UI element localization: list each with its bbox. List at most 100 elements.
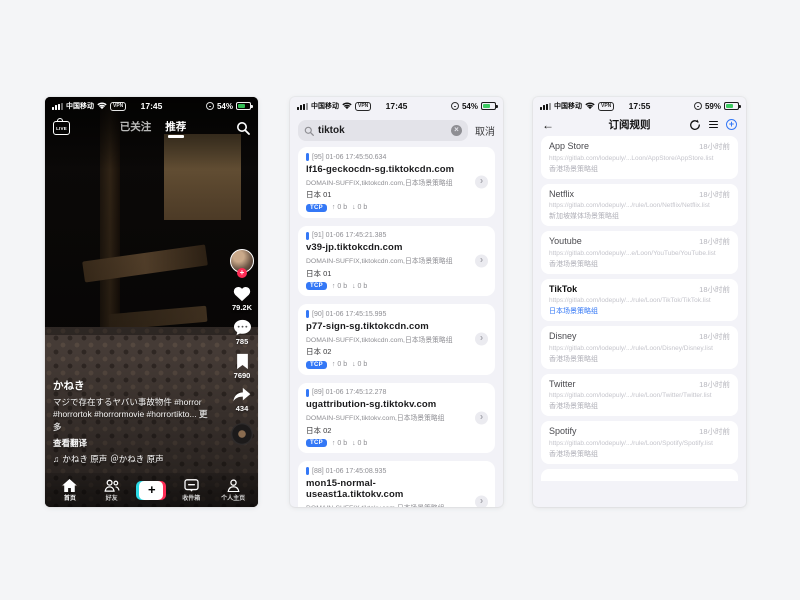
plus-icon: +	[139, 481, 163, 500]
upload-bytes: ↑ 0 b	[332, 283, 347, 290]
music-title: かねき 原声	[62, 453, 107, 465]
heart-icon	[232, 284, 252, 302]
request-policy: 日本 01	[306, 189, 473, 200]
search-input[interactable]	[318, 125, 447, 136]
refresh-button[interactable]	[689, 119, 701, 131]
vpn-badge: VPN	[355, 102, 371, 111]
rotation-lock-icon	[694, 102, 702, 110]
rule-url: https://gitlab.com/lodepuly/.../rule/Loo…	[549, 345, 730, 352]
download-bytes: ↓ 0 b	[352, 440, 367, 447]
bookmark-button[interactable]: 7690	[234, 353, 251, 380]
chevron-right-icon[interactable]: ›	[475, 254, 488, 267]
rule-policy-group: 香港场景策略组	[549, 164, 730, 174]
request-host: ugattribution-sg.tiktokv.com	[306, 399, 473, 410]
rule-policy-group: 香港场景策略组	[549, 259, 730, 269]
rotation-lock-icon	[451, 102, 459, 110]
back-button[interactable]: ←	[542, 118, 554, 132]
rule-card-disney[interactable]: Disney18小时前 https://gitlab.com/lodepuly/…	[541, 326, 738, 369]
creator-username[interactable]: かねき	[53, 378, 214, 393]
home-icon	[62, 479, 77, 492]
nav-friends[interactable]: 好友	[95, 479, 129, 502]
share-button[interactable]: 434	[232, 387, 252, 413]
request-card[interactable]: [90] 01-06 17:45:15.995 p77-sign-sg.tikt…	[298, 304, 495, 375]
request-rule: DOMAIN-SUFFIX,tiktokv.com,日本场景策略组	[306, 412, 473, 422]
request-host: lf16-geckocdn-sg.tiktokcdn.com	[306, 164, 473, 175]
vpn-badge: VPN	[110, 102, 126, 111]
signal-icon	[297, 103, 308, 110]
rule-updated: 18小时前	[699, 236, 730, 247]
chevron-right-icon[interactable]: ›	[475, 333, 488, 346]
rule-url: https://gitlab.com/lodepuly/.../rule/Loo…	[549, 297, 730, 304]
request-seq-time: [91] 01-06 17:45:21.385	[312, 232, 386, 239]
rule-url: https://gitlab.com/lodepuly/...Loon/AppS…	[549, 155, 730, 162]
rule-name: App Store	[549, 141, 589, 151]
rule-card-spotify[interactable]: Spotify18小时前 https://gitlab.com/lodepuly…	[541, 421, 738, 464]
rule-updated: 18小时前	[699, 426, 730, 437]
chevron-right-icon[interactable]: ›	[475, 176, 488, 189]
protocol-badge: TCP	[306, 439, 327, 447]
request-rule: DOMAIN-SUFFIX,tiktokv.com,日本场景策略组	[306, 502, 473, 508]
request-card[interactable]: [88] 01-06 17:45:08.935 mon15-normal-use…	[298, 461, 495, 507]
tiktok-bottom-nav: 首页 好友 + 收件箱 个人主页	[45, 473, 258, 507]
rotation-lock-icon	[206, 102, 214, 110]
requests-screenshot: 中国移动 VPN 17:45 54% × 取消 [95] 01-06 17:45…	[290, 97, 503, 507]
battery-percent: 54%	[217, 102, 233, 111]
request-card[interactable]: [91] 01-06 17:45:21.385 v39-jp.tiktokcdn…	[298, 226, 495, 297]
clear-search-icon[interactable]: ×	[451, 125, 462, 136]
follow-plus-button[interactable]: +	[237, 268, 247, 278]
wifi-icon	[97, 102, 107, 110]
rule-policy-group: 香港场景策略组	[549, 401, 730, 411]
like-button[interactable]: 79.2K	[232, 284, 252, 312]
request-card[interactable]: [95] 01-06 17:45:50.634 lf16-geckocdn-sg…	[298, 147, 495, 218]
rule-policy-group: 日本场景策略组	[549, 306, 730, 316]
chevron-right-icon[interactable]: ›	[475, 495, 488, 507]
nav-profile[interactable]: 个人主页	[216, 479, 250, 502]
rule-card-appstore[interactable]: App Store 18小时前 https://gitlab.com/lodepu…	[541, 136, 738, 179]
rule-card-youtube[interactable]: Youtube18小时前 https://gitlab.com/lodepuly…	[541, 231, 738, 274]
rule-card-partial	[541, 469, 738, 481]
carrier-label: 中国移动	[311, 101, 339, 111]
request-policy: 日本 02	[306, 425, 473, 436]
rule-card-netflix[interactable]: Netflix18小时前 https://gitlab.com/lodepuly…	[541, 184, 738, 227]
music-disc-icon[interactable]	[231, 423, 253, 445]
signal-icon	[52, 103, 63, 110]
request-list: [95] 01-06 17:45:50.634 lf16-geckocdn-sg…	[290, 147, 503, 507]
create-button[interactable]: +	[136, 481, 166, 500]
tab-for-you[interactable]: 推荐	[165, 119, 186, 138]
search-icon[interactable]	[236, 121, 250, 135]
chevron-right-icon[interactable]: ›	[475, 411, 488, 424]
tab-following[interactable]: 已关注	[120, 119, 152, 138]
request-rule: DOMAIN-SUFFIX,tiktokcdn.com,日本场景策略组	[306, 255, 473, 265]
search-field[interactable]: ×	[298, 120, 468, 141]
nav-inbox[interactable]: 收件箱	[174, 479, 208, 502]
video-meta: かねき マジで存在するヤバい事故物件 #horror #horrortok #h…	[53, 378, 214, 465]
cancel-button[interactable]: 取消	[475, 123, 495, 138]
request-host: p77-sign-sg.tiktokcdn.com	[306, 321, 473, 332]
rule-card-tiktok[interactable]: TikTok18小时前 https://gitlab.com/lodepuly/…	[541, 279, 738, 322]
rule-policy-group: 香港场景策略组	[549, 449, 730, 459]
live-button[interactable]: LIVE	[53, 121, 70, 135]
carrier-label: 中国移动	[66, 101, 94, 111]
comment-button[interactable]: 785	[233, 319, 252, 346]
comment-count: 785	[236, 337, 249, 346]
rule-card-twitter[interactable]: Twitter18小时前 https://gitlab.com/lodepuly…	[541, 374, 738, 417]
vpn-badge: VPN	[598, 102, 614, 111]
request-rule: DOMAIN-SUFFIX,tiktokcdn.com,日本场景策略组	[306, 334, 473, 344]
rule-updated: 18小时前	[699, 141, 730, 152]
add-rule-button[interactable]: +	[726, 119, 737, 130]
rule-name: Disney	[549, 331, 577, 341]
battery-icon	[236, 102, 251, 110]
battery-percent: 54%	[462, 102, 478, 111]
status-bar: 中国移动 VPN 17:45 54%	[290, 97, 503, 115]
music-row[interactable]: ♫ かねき 原声 ＠かねき 原声	[53, 453, 214, 465]
rule-url: https://gitlab.com/lodepuly/.../rule/Loo…	[549, 392, 730, 399]
nav-home[interactable]: 首页	[53, 479, 87, 502]
protocol-badge: TCP	[306, 282, 327, 290]
creator-avatar[interactable]: +	[230, 249, 254, 273]
rule-updated: 18小时前	[699, 379, 730, 390]
see-translation-link[interactable]: 查看翻译	[53, 437, 214, 449]
request-seq-time: [88] 01-06 17:45:08.935	[312, 468, 386, 475]
request-card[interactable]: [89] 01-06 17:45:12.278 ugattribution-sg…	[298, 383, 495, 454]
rule-updated: 18小时前	[699, 189, 730, 200]
menu-icon[interactable]	[709, 121, 718, 128]
